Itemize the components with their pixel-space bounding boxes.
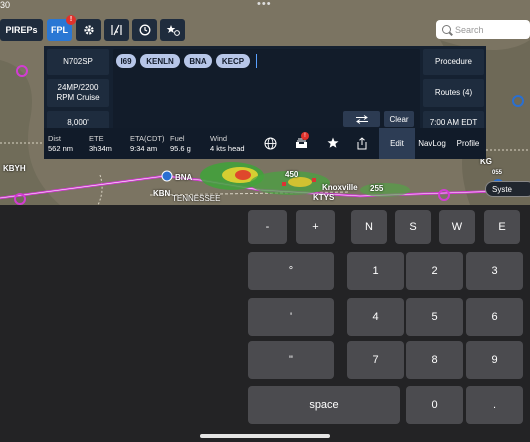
route-input[interactable]: I69 KENLN BNA KECP Clear xyxy=(113,49,420,135)
stat-fuel: Fuel 95.6 g xyxy=(170,134,191,153)
search-icon xyxy=(442,25,451,34)
key-space[interactable]: space xyxy=(248,386,400,424)
globe-icon[interactable] xyxy=(263,136,277,150)
drawer-alert-badge: ! xyxy=(301,132,309,140)
power-setting-button[interactable]: 24MP/2200 RPM Cruise xyxy=(47,79,109,107)
reverse-route-button[interactable] xyxy=(343,111,380,127)
power-setting-label: 24MP/2200 RPM Cruise xyxy=(56,83,100,102)
stat-wind: Wind 4 kts head xyxy=(210,134,245,153)
settings-button[interactable] xyxy=(76,19,101,41)
map-label-kbyh: KBYH xyxy=(3,164,26,173)
home-indicator[interactable] xyxy=(200,434,330,438)
key-decimal[interactable]: . xyxy=(466,386,523,424)
key-7[interactable]: 7 xyxy=(347,341,404,379)
flight-stats-strip: Dist 562 nm ETE 3h34m ETA(CDT) 9:34 am F… xyxy=(44,128,486,159)
star-icon[interactable] xyxy=(326,136,340,150)
map-label-055: 055 xyxy=(492,170,503,176)
key-west[interactable]: W xyxy=(439,210,475,244)
key-second[interactable]: " xyxy=(248,341,334,379)
altitude-label: 8,000' xyxy=(67,118,89,127)
procedure-button[interactable]: Procedure xyxy=(423,49,484,75)
waypoint-chip[interactable]: I69 xyxy=(116,54,136,68)
waypoint-chip[interactable]: KECP xyxy=(216,54,250,68)
key-1[interactable]: 1 xyxy=(347,252,404,290)
clear-button[interactable]: Clear xyxy=(384,111,414,127)
swap-arrows-icon xyxy=(355,114,368,124)
key-minus[interactable]: - xyxy=(248,210,287,244)
status-time: 30 xyxy=(0,0,11,10)
tab-edit[interactable]: Edit xyxy=(379,128,415,159)
key-6[interactable]: 6 xyxy=(466,298,523,336)
key-9[interactable]: 9 xyxy=(466,341,523,379)
fpl-label: FPL xyxy=(51,25,68,35)
waypoint-chip[interactable]: BNA xyxy=(184,54,212,68)
pireps-label: PIREPs xyxy=(5,25,38,35)
runway-chart-icon xyxy=(111,24,122,36)
gear-icon xyxy=(83,25,94,35)
map-label-bna: BNA xyxy=(175,173,193,182)
key-east[interactable]: E xyxy=(484,210,520,244)
map-label-255: 255 xyxy=(370,184,384,193)
key-north[interactable]: N xyxy=(351,210,387,244)
map-label-450: 450 xyxy=(285,170,299,179)
key-0[interactable]: 0 xyxy=(406,386,463,424)
key-4[interactable]: 4 xyxy=(347,298,404,336)
waypoint-chip[interactable]: KENLN xyxy=(140,54,180,68)
procedure-label: Procedure xyxy=(435,57,472,66)
map-settings-button[interactable] xyxy=(104,19,129,41)
pireps-button[interactable]: PIREPs xyxy=(0,19,43,41)
timer-icon xyxy=(139,24,150,36)
clear-label: Clear xyxy=(389,114,409,124)
map-label-ktys: KTYS xyxy=(313,193,335,202)
key-8[interactable]: 8 xyxy=(406,341,463,379)
aircraft-label: N702SP xyxy=(63,57,93,66)
timer-button[interactable] xyxy=(132,19,157,41)
map-label-kbn: KBN xyxy=(153,189,171,198)
routes-button[interactable]: Routes (4) xyxy=(423,79,484,107)
text-cursor xyxy=(256,54,257,68)
system-button[interactable]: Syste xyxy=(485,181,530,197)
key-2[interactable]: 2 xyxy=(406,252,463,290)
stat-ete: ETE 3h34m xyxy=(89,134,112,153)
stat-distance: Dist 562 nm xyxy=(48,134,74,153)
tab-navlog[interactable]: NavLog xyxy=(416,128,448,159)
search-input[interactable] xyxy=(455,24,525,35)
multitask-dots[interactable]: ••• xyxy=(257,0,272,10)
search-box[interactable] xyxy=(436,20,530,39)
stat-eta: ETA(CDT) 9:34 am xyxy=(130,134,165,153)
map-label-tennessee: TENNESSEE xyxy=(172,194,221,203)
key-minute[interactable]: ' xyxy=(248,298,334,336)
aircraft-button[interactable]: N702SP xyxy=(47,49,109,75)
key-south[interactable]: S xyxy=(395,210,431,244)
favorites-timer-button[interactable] xyxy=(160,19,185,41)
key-5[interactable]: 5 xyxy=(406,298,463,336)
key-plus[interactable]: + xyxy=(296,210,335,244)
tab-profile[interactable]: Profile xyxy=(450,128,486,159)
share-icon[interactable] xyxy=(355,136,369,150)
key-degree[interactable]: ° xyxy=(248,252,334,290)
fpl-alert-badge: ! xyxy=(66,15,76,25)
star-clock-icon xyxy=(166,25,180,36)
key-3[interactable]: 3 xyxy=(466,252,523,290)
routes-label: Routes (4) xyxy=(434,88,473,97)
departure-time-label: 7:00 AM EDT xyxy=(429,118,478,127)
map-label-knoxville: Knoxville xyxy=(322,183,358,192)
